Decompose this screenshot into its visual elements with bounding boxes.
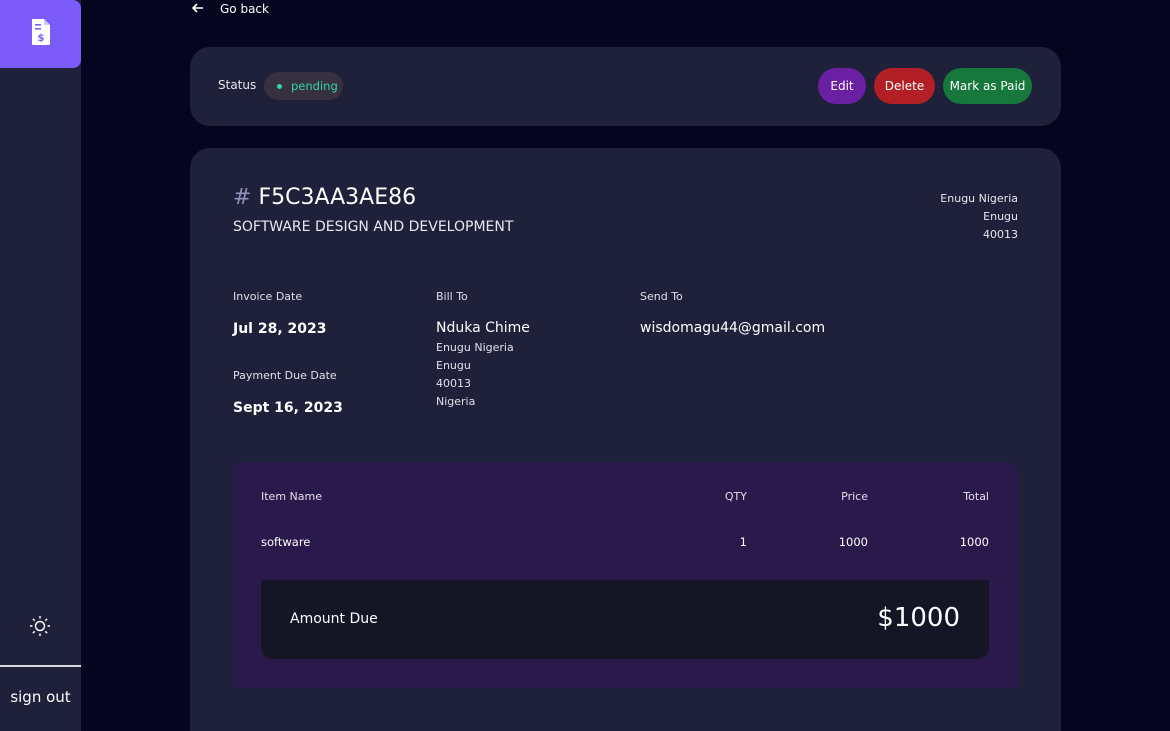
invoice-icon: $ (30, 18, 52, 50)
sender-address: Enugu Nigeria Enugu 40013 (940, 190, 1018, 244)
client-name: Nduka Chime (436, 320, 530, 336)
item-qty: 1 (739, 535, 747, 549)
invoice-id-hash: # (233, 185, 252, 210)
client-address-line: Enugu (436, 359, 471, 372)
invoice-id-value: F5C3AA3AE86 (258, 185, 417, 210)
client-address-line: Enugu Nigeria (436, 341, 514, 354)
invoice-date-label: Invoice Date (233, 290, 303, 303)
invoice-card: # F5C3AA3AE86 SOFTWARE DESIGN AND DEVELO… (190, 148, 1061, 731)
due-date: Sept 16, 2023 (233, 400, 343, 416)
amount-due-value: $1000 (877, 603, 960, 633)
status-dot-icon (277, 83, 282, 89)
send-to-label: Send To (640, 290, 683, 303)
sender-address-line: Enugu Nigeria (940, 192, 1018, 205)
edit-button[interactable]: Edit (818, 68, 866, 104)
client-address-line: 40013 (436, 377, 471, 390)
sun-icon (29, 615, 51, 641)
invoice-id: # F5C3AA3AE86 (233, 185, 416, 210)
client-address: Enugu Nigeria Enugu 40013 Nigeria (436, 339, 514, 411)
delete-button[interactable]: Delete (874, 68, 935, 104)
app-logo[interactable]: $ (0, 0, 81, 68)
status-label: Status (218, 78, 257, 92)
amount-due-bar: Amount Due $1000 (261, 580, 989, 659)
items-table: Item Name QTY Price Total software 1 100… (233, 462, 1018, 688)
go-back-link[interactable]: Go back (191, 1, 269, 17)
arrow-left-icon (191, 2, 204, 17)
amount-due-label: Amount Due (290, 611, 378, 627)
go-back-label: Go back (220, 2, 269, 16)
header-total: Total (963, 490, 989, 503)
item-name: software (261, 535, 311, 549)
bill-to-label: Bill To (436, 290, 468, 303)
item-price: 1000 (838, 535, 868, 549)
theme-toggle[interactable] (27, 615, 53, 641)
sidebar: $ sign out (0, 0, 81, 731)
item-total: 1000 (959, 535, 989, 549)
sign-out-button[interactable]: sign out (0, 688, 81, 706)
header-qty: QTY (724, 490, 747, 503)
status-card: Status pending Edit Delete Mark as Paid (190, 47, 1061, 126)
sender-address-line: Enugu (983, 210, 1018, 223)
sidebar-divider (0, 665, 81, 667)
svg-text:$: $ (37, 33, 44, 44)
invoice-date: Jul 28, 2023 (233, 321, 327, 337)
sender-address-line: 40013 (983, 228, 1018, 241)
header-item-name: Item Name (261, 490, 322, 503)
client-email: wisdomagu44@gmail.com (640, 320, 826, 336)
status-badge: pending (264, 72, 343, 100)
mark-as-paid-button[interactable]: Mark as Paid (943, 68, 1032, 104)
invoice-description: SOFTWARE DESIGN AND DEVELOPMENT (233, 219, 514, 235)
client-address-line: Nigeria (436, 395, 476, 408)
due-date-label: Payment Due Date (233, 369, 337, 382)
header-price: Price (841, 490, 868, 503)
status-text: pending (291, 79, 338, 93)
